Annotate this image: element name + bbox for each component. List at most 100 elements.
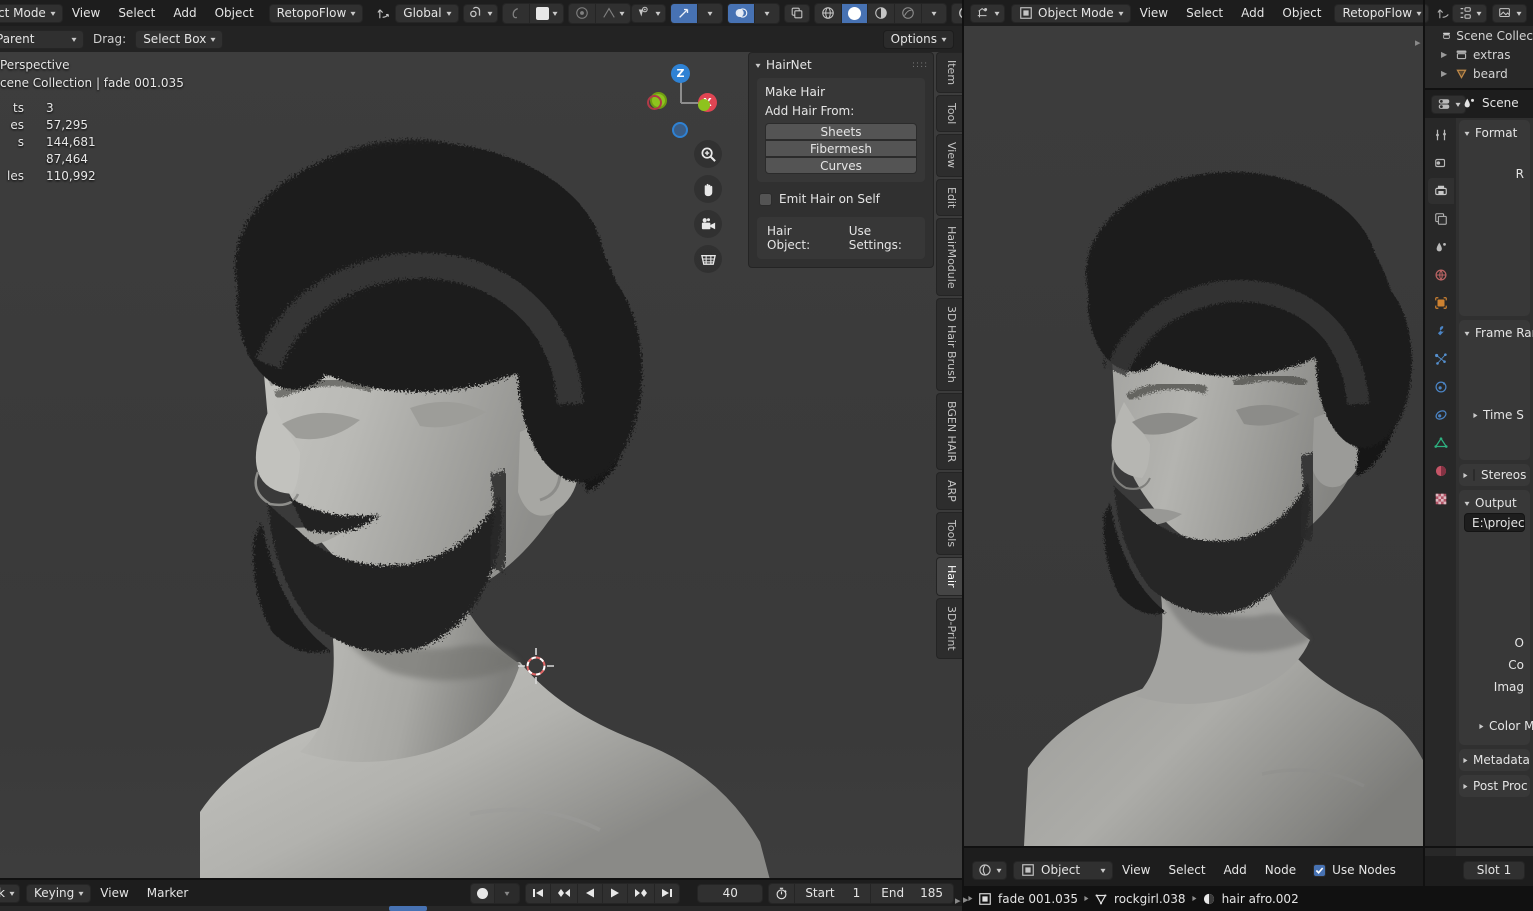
prop-tab-texture[interactable] <box>1428 486 1454 512</box>
timeline-editor[interactable]: k ▾ Keying ▾ View Marker ▾ 40 Start 1 En… <box>0 880 962 911</box>
menu2-retopoflow[interactable]: RetopoFlow ▾ <box>1334 3 1430 23</box>
format-section-header[interactable]: ▾ Format <box>1459 125 1530 141</box>
menu2-select[interactable]: Select <box>1177 4 1232 23</box>
output-path-field[interactable]: E:\projects <box>1464 513 1525 532</box>
prop-tab-particles[interactable] <box>1428 346 1454 372</box>
play-reverse-icon[interactable] <box>578 883 604 903</box>
region-toggle-arrow-bottom[interactable]: ▸ <box>963 893 969 906</box>
material-slot-button[interactable]: Slot 1 <box>1463 860 1525 880</box>
menu2-view[interactable]: View <box>1131 4 1177 23</box>
overlays-dropdown-icon[interactable]: ▾ <box>754 3 779 23</box>
transform-orientation-dropdown[interactable]: Global ▾ <box>395 3 459 23</box>
outliner-row-beard[interactable]: ▶ beard <box>1425 64 1533 83</box>
panel-grip-icon[interactable]: :::: <box>912 61 927 70</box>
sidebar-tab-bgen-hair[interactable]: BGEN HAIR <box>936 393 962 471</box>
menu-retopoflow[interactable]: RetopoFlow ▾ <box>268 3 364 23</box>
output-section-header[interactable]: ▾ Output <box>1459 495 1530 511</box>
menu-add[interactable]: Add <box>164 4 205 23</box>
keying-set-dropdown[interactable]: Keying ▾ <box>25 883 92 903</box>
shading-dropdown-icon[interactable]: ▾ <box>921 3 946 23</box>
overlays-toggle-icon[interactable] <box>727 3 755 23</box>
use-nodes-row[interactable]: Use Nodes <box>1313 863 1396 877</box>
shading-rendered-icon[interactable] <box>894 3 922 23</box>
time-stretching-header[interactable]: ▾ Time S <box>1459 405 1530 425</box>
current-frame-field[interactable]: 40 <box>697 883 764 903</box>
sidebar-tab-tools[interactable]: Tools <box>936 512 962 556</box>
shader-menu-select[interactable]: Select <box>1160 861 1215 880</box>
mode-selector-2[interactable]: Object Mode ▾ <box>1011 3 1131 23</box>
prev-keyframe-icon[interactable] <box>551 883 579 903</box>
metadata-section[interactable]: ▾ Metadata <box>1459 749 1530 771</box>
visibility-selectability-button[interactable]: ▾ <box>630 3 666 23</box>
sidebar-tab-hairmodule[interactable]: HairModule <box>936 217 962 297</box>
post-processing-section[interactable]: ▾ Post Proc <box>1459 775 1530 797</box>
prop-tab-physics[interactable] <box>1428 374 1454 400</box>
prop-tab-world[interactable] <box>1428 262 1454 288</box>
menu-view[interactable]: View <box>63 4 109 23</box>
start-frame-field[interactable]: Start 1 <box>795 883 872 903</box>
shading-solid-icon[interactable] <box>841 3 868 23</box>
splitter-horizontal-timeline[interactable] <box>0 878 962 880</box>
next-keyframe-icon[interactable] <box>628 883 656 903</box>
outliner-filter-mode[interactable]: ▾ <box>1491 3 1527 23</box>
shading-wireframe-icon[interactable] <box>814 3 842 23</box>
fibermesh-button[interactable]: Fibermesh <box>765 140 917 157</box>
stereoscopy-section-header[interactable]: ▾ Stereos <box>1459 467 1530 483</box>
timeline-editor-type[interactable]: k ▾ <box>0 883 20 903</box>
breadcrumb-mesh-label[interactable]: rockgirl.038 <box>1114 892 1186 906</box>
menu2-add[interactable]: Add <box>1232 4 1273 23</box>
shading-material-icon[interactable] <box>867 3 895 23</box>
sidebar-tab-3d-print[interactable]: 3D-Print <box>936 598 962 659</box>
post-processing-section-header[interactable]: ▾ Post Proc <box>1459 778 1530 794</box>
play-icon[interactable] <box>603 883 629 903</box>
prop-tab-object[interactable] <box>1428 290 1454 316</box>
splitter-horizontal-outliner[interactable] <box>1425 88 1533 90</box>
breadcrumb-object-label[interactable]: fade 001.035 <box>998 892 1078 906</box>
camera-icon[interactable] <box>694 210 722 238</box>
hairnet-panel-header[interactable]: ▾ HairNet :::: <box>749 53 933 75</box>
timeline-track[interactable] <box>0 906 962 911</box>
viewport-3d-secondary[interactable] <box>964 26 1423 846</box>
sidebar-tab-view[interactable]: View <box>936 134 962 177</box>
prop-tab-modifier[interactable] <box>1428 318 1454 344</box>
snap-target-color[interactable]: ▾ <box>529 3 563 23</box>
jump-start-icon[interactable] <box>526 883 552 903</box>
grid-icon[interactable] <box>694 245 722 273</box>
gizmo-toggle-icon[interactable] <box>670 3 698 23</box>
curves-button[interactable]: Curves <box>765 157 917 174</box>
snap-increment-icon[interactable] <box>502 3 530 23</box>
region-toggle-arrow-top[interactable]: ▸ <box>1415 36 1421 49</box>
splitter-horizontal-shader[interactable] <box>964 846 1533 848</box>
timeline-menu-marker[interactable]: Marker <box>138 884 197 903</box>
menu-object[interactable]: Object <box>206 4 263 23</box>
menu2-object[interactable]: Object <box>1273 4 1330 23</box>
gizmo-axis-neg-x[interactable] <box>647 95 662 110</box>
end-frame-field[interactable]: End 185 <box>871 883 953 903</box>
proportional-falloff-icon[interactable]: ▾ <box>595 3 630 23</box>
sidebar-tab-3d-hair-brush[interactable]: 3D Hair Brush <box>936 298 962 392</box>
metadata-section-header[interactable]: ▾ Metadata <box>1459 752 1530 768</box>
gizmo-axis-y[interactable] <box>698 99 710 111</box>
shading-editor-icon[interactable]: ▾ <box>972 860 1008 880</box>
stereoscopy-section[interactable]: ▾ Stereos <box>1459 464 1530 486</box>
timeline-playhead[interactable] <box>389 906 427 911</box>
hand-pan-icon[interactable] <box>694 175 722 203</box>
gizmo-dropdown-icon[interactable]: ▾ <box>697 3 722 23</box>
xray-toggle-button[interactable] <box>783 3 810 23</box>
region-toggle-arrow-timeline[interactable]: ▸ <box>955 894 961 907</box>
outliner-row-scene-collection[interactable]: Scene Collec <box>1425 26 1533 45</box>
sidebar-tab-item[interactable]: Item <box>936 52 962 94</box>
sidebar-tab-edit[interactable]: Edit <box>936 178 962 216</box>
drag-mode-dropdown[interactable]: Select Box ▾ <box>135 29 224 49</box>
zoom-icon[interactable] <box>694 140 722 168</box>
shader-menu-view[interactable]: View <box>1113 861 1159 880</box>
auto-keying-dropdown-icon[interactable]: ▾ <box>495 883 520 903</box>
frame-range-section-header[interactable]: ▾ Frame Ran <box>1459 325 1533 341</box>
breadcrumb-material-label[interactable]: hair afro.002 <box>1222 892 1299 906</box>
snap-magnet-button[interactable]: ▾ <box>462 3 498 23</box>
sidebar-tab-tool[interactable]: Tool <box>936 95 962 133</box>
shader-menu-node[interactable]: Node <box>1256 861 1305 880</box>
parent-dropdown[interactable]: Parent ▾ <box>0 29 84 49</box>
timeline-menu-view[interactable]: View <box>91 884 137 903</box>
splitter-vertical-main[interactable] <box>962 0 964 911</box>
